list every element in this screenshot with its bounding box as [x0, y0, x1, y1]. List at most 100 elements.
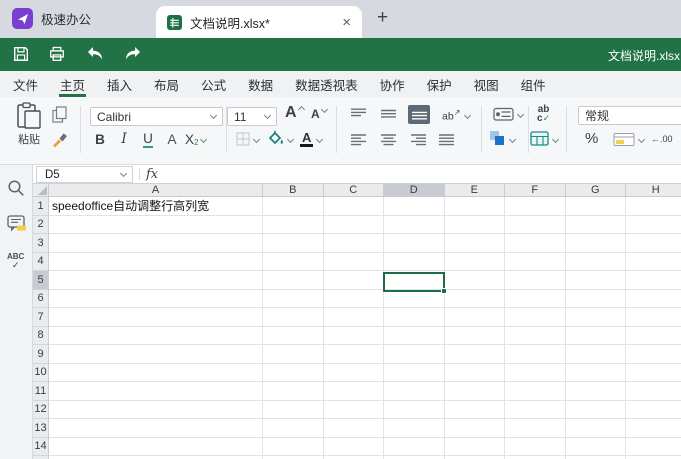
- cell-G4[interactable]: [565, 252, 626, 271]
- menu-item-3[interactable]: 布局: [143, 71, 190, 97]
- menu-item-7[interactable]: 协作: [369, 71, 416, 97]
- cell-F4[interactable]: [505, 252, 566, 271]
- redo-icon[interactable]: [124, 46, 142, 61]
- cell-C4[interactable]: [323, 252, 384, 271]
- cell-F9[interactable]: [505, 345, 566, 364]
- cell-A7[interactable]: [49, 308, 263, 327]
- grow-font-button[interactable]: A: [285, 104, 305, 122]
- cell-E6[interactable]: [444, 289, 505, 308]
- cell-A6[interactable]: [49, 289, 263, 308]
- cell-E7[interactable]: [444, 308, 505, 327]
- cell-H7[interactable]: [626, 308, 681, 327]
- menu-item-6[interactable]: 数据透视表: [284, 71, 369, 97]
- search-icon[interactable]: [7, 179, 25, 197]
- cell-H12[interactable]: [626, 401, 681, 419]
- chevron-down-icon[interactable]: [252, 135, 261, 144]
- paste-button[interactable]: 粘贴: [10, 102, 48, 147]
- row-header-7[interactable]: 7: [33, 308, 49, 327]
- row-header-14[interactable]: 14: [33, 437, 49, 456]
- cell-D4[interactable]: [384, 252, 445, 271]
- cell-E14[interactable]: [444, 437, 505, 456]
- cell-F6[interactable]: [505, 289, 566, 308]
- cell-C11[interactable]: [323, 382, 384, 401]
- cell-D3[interactable]: [384, 234, 445, 253]
- column-header-H[interactable]: H: [626, 184, 681, 197]
- cell-D13[interactable]: [384, 419, 445, 438]
- menu-item-2[interactable]: 插入: [96, 71, 143, 97]
- cell-H14[interactable]: [626, 438, 681, 456]
- cell-G6[interactable]: [565, 289, 626, 308]
- row-header-6[interactable]: 6: [33, 289, 49, 308]
- cell-G13[interactable]: [565, 419, 626, 438]
- row-header-9[interactable]: 9: [33, 345, 49, 364]
- cell-F10[interactable]: [505, 363, 566, 382]
- menu-item-0[interactable]: 文件: [2, 71, 49, 97]
- align-center-icon[interactable]: [380, 134, 397, 146]
- cell-G9[interactable]: [565, 345, 626, 364]
- row-header-12[interactable]: 12: [33, 400, 49, 419]
- cell-C13[interactable]: [323, 419, 384, 438]
- cell-B4[interactable]: [263, 252, 324, 271]
- row-header-2[interactable]: 2: [33, 215, 49, 234]
- menu-item-9[interactable]: 视图: [463, 71, 510, 97]
- cell-H13[interactable]: [626, 419, 681, 438]
- row-header-4[interactable]: 4: [33, 252, 49, 271]
- borders-icon[interactable]: [236, 132, 250, 146]
- cell-E9[interactable]: [444, 345, 505, 364]
- spell-check-icon[interactable]: ab c✓: [537, 105, 550, 124]
- new-tab-button[interactable]: +: [377, 7, 388, 29]
- cell-B3[interactable]: [263, 234, 324, 253]
- cell-B7[interactable]: [263, 308, 324, 327]
- cell-B14[interactable]: [263, 437, 324, 456]
- cell-H8[interactable]: [626, 327, 681, 345]
- cell-F13[interactable]: [505, 419, 566, 438]
- cell-A14[interactable]: [49, 437, 263, 456]
- formula-input[interactable]: [169, 165, 681, 183]
- cell-G3[interactable]: [565, 234, 626, 253]
- cell-B8[interactable]: [263, 326, 324, 345]
- cell-D9[interactable]: [384, 345, 445, 364]
- cell-E8[interactable]: [444, 326, 505, 345]
- cell-D12[interactable]: [384, 400, 445, 419]
- chevron-down-icon[interactable]: [508, 135, 517, 144]
- cell-B11[interactable]: [263, 382, 324, 401]
- align-middle-icon[interactable]: [380, 108, 397, 120]
- column-header-B[interactable]: B: [263, 184, 324, 197]
- percent-style-button[interactable]: %: [585, 130, 598, 147]
- row-header-8[interactable]: 8: [33, 326, 49, 345]
- row-header-5[interactable]: 5: [33, 271, 49, 290]
- cell-D11[interactable]: [384, 382, 445, 401]
- cell-D14[interactable]: [384, 437, 445, 456]
- strikethrough-button[interactable]: A: [163, 130, 181, 148]
- cell-E2[interactable]: [444, 215, 505, 234]
- name-box[interactable]: D5: [36, 166, 133, 183]
- cell-G2[interactable]: [565, 215, 626, 234]
- cell-E13[interactable]: [444, 419, 505, 438]
- cell-E11[interactable]: [444, 382, 505, 401]
- document-tab[interactable]: 文档说明.xlsx* ×: [156, 6, 362, 38]
- cell-F5[interactable]: [505, 271, 566, 290]
- cell-F2[interactable]: [505, 215, 566, 234]
- column-header-C[interactable]: C: [323, 184, 384, 197]
- font-color-button[interactable]: A: [300, 130, 324, 148]
- cell-H3[interactable]: [626, 234, 681, 253]
- column-header-F[interactable]: F: [505, 184, 566, 197]
- select-all-corner[interactable]: [33, 184, 49, 197]
- cell-H1[interactable]: [626, 197, 681, 216]
- currency-style-icon[interactable]: [613, 132, 635, 147]
- cell-A11[interactable]: [49, 382, 263, 401]
- text-orientation-button[interactable]: ab↗: [442, 108, 472, 123]
- cell-D10[interactable]: [384, 363, 445, 382]
- align-bottom-icon[interactable]: [408, 105, 430, 124]
- decrease-decimal-button[interactable]: ←.00: [651, 134, 673, 144]
- cell-E3[interactable]: [444, 234, 505, 253]
- cell-E12[interactable]: [444, 400, 505, 419]
- column-header-D[interactable]: D: [384, 184, 445, 197]
- cell-H6[interactable]: [626, 290, 681, 308]
- format-painter-icon[interactable]: [51, 133, 68, 148]
- cell-E10[interactable]: [444, 363, 505, 382]
- menu-item-8[interactable]: 保护: [416, 71, 463, 97]
- font-name-select[interactable]: Calibri: [90, 107, 223, 126]
- column-header-E[interactable]: E: [444, 184, 505, 197]
- menu-item-4[interactable]: 公式: [190, 71, 237, 97]
